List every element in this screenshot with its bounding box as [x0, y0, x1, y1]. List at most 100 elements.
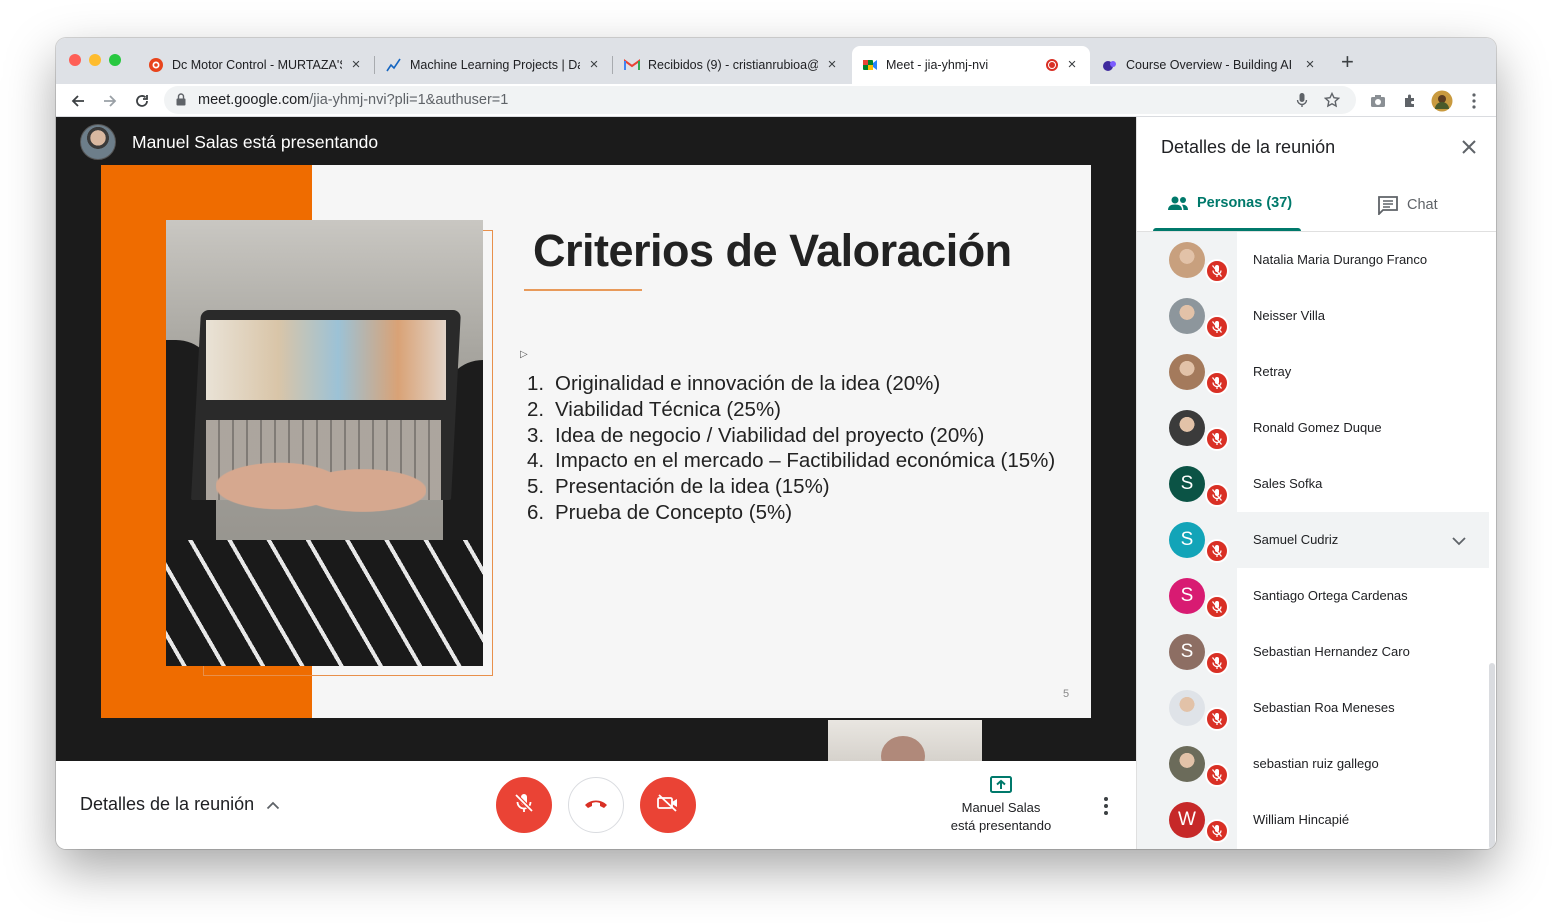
avatar: S — [1169, 466, 1205, 502]
tab-favicon-murtaza-icon — [148, 57, 164, 73]
participant-row[interactable]: S Santiago Ortega Cardenas — [1137, 568, 1489, 624]
close-icon[interactable] — [1457, 137, 1481, 161]
more-options-icon[interactable] — [1096, 794, 1116, 818]
mouse-cursor-icon: ▷ — [520, 349, 528, 360]
new-tab-button[interactable]: + — [1341, 51, 1354, 73]
avatar — [1169, 746, 1205, 782]
presentation-status-button[interactable]: Manuel Salas está presentando — [926, 775, 1076, 835]
meeting-details-panel: Detalles de la reunión Personas (37) Cha… — [1136, 117, 1496, 849]
participant-name: Natalia Maria Durango Franco — [1253, 252, 1428, 267]
profile-avatar[interactable] — [1430, 89, 1454, 113]
gmail-icon — [624, 57, 640, 73]
avatar — [1169, 410, 1205, 446]
participant-name: sebastian ruiz gallego — [1253, 756, 1379, 771]
address-bar[interactable]: meet.google.com/jia-yhmj-nvi?pli=1&authu… — [164, 86, 1356, 114]
tab-close-icon[interactable]: × — [348, 57, 364, 73]
slide-criteria-list: 1. Originalidad e innovación de la idea (… — [527, 371, 1055, 526]
browser-toolbar: meet.google.com/jia-yhmj-nvi?pli=1&authu… — [56, 84, 1496, 117]
tab-close-icon[interactable]: × — [1064, 57, 1080, 73]
participant-name: Sebastian Roa Meneses — [1253, 700, 1395, 715]
browser-tab-2[interactable]: Machine Learning Projects | Da × — [376, 46, 612, 84]
microphone-muted-icon — [1205, 539, 1229, 563]
avatar — [1169, 690, 1205, 726]
participant-name: Sebastian Hernandez Caro — [1253, 644, 1410, 659]
avatar: S — [1169, 634, 1205, 670]
reload-icon[interactable] — [130, 89, 154, 113]
self-view-tile[interactable] — [828, 720, 982, 761]
tab-chat-label: Chat — [1407, 197, 1438, 213]
participant-row[interactable]: sebastian ruiz gallego — [1137, 736, 1489, 792]
camera-off-icon — [656, 793, 680, 818]
participant-row[interactable]: S Sebastian Hernandez Caro — [1137, 624, 1489, 680]
list-item: 2. Viabilidad Técnica (25%) — [527, 397, 782, 421]
microphone-muted-icon — [1205, 595, 1229, 619]
bookmark-star-icon[interactable] — [1324, 86, 1340, 114]
recording-indicator-icon — [1046, 59, 1058, 71]
microphone-off-button[interactable] — [496, 777, 552, 833]
tab-strip: Dc Motor Control - MURTAZA'S × Machine L… — [56, 38, 1496, 84]
tab-close-icon[interactable]: × — [824, 57, 840, 73]
participant-name: Ronald Gomez Duque — [1253, 420, 1382, 435]
tab-title: Machine Learning Projects | Da — [410, 58, 580, 72]
course-icon — [1102, 57, 1118, 73]
camera-off-button[interactable] — [640, 777, 696, 833]
browser-menu-icon[interactable] — [1462, 89, 1486, 113]
panel-scrollbar[interactable] — [1489, 663, 1495, 849]
maximize-window-button[interactable] — [109, 54, 121, 66]
participant-row[interactable]: Ronald Gomez Duque — [1137, 400, 1489, 456]
microphone-muted-icon — [1205, 259, 1229, 283]
microphone-muted-icon — [1205, 371, 1229, 395]
participant-row[interactable]: Natalia Maria Durango Franco — [1137, 232, 1489, 288]
participant-name: Samuel Cudriz — [1253, 532, 1339, 547]
browser-tab-5[interactable]: Course Overview - Building AI × — [1092, 46, 1328, 84]
participant-row[interactable]: Sebastian Roa Meneses — [1137, 680, 1489, 736]
presenter-bar: Manuel Salas está presentando — [56, 117, 1136, 165]
leave-call-button[interactable] — [568, 777, 624, 833]
participant-row[interactable]: Neisser Villa — [1137, 288, 1489, 344]
close-window-button[interactable] — [69, 54, 81, 66]
microphone-icon[interactable] — [1296, 86, 1308, 114]
tab-people[interactable]: Personas (37) — [1167, 195, 1292, 211]
tab-title: Recibidos (9) - cristianrubioa@ — [648, 58, 818, 72]
lock-icon — [176, 93, 188, 107]
participant-row[interactable]: S Samuel Cudriz — [1137, 512, 1489, 568]
participant-row[interactable]: Retray — [1137, 344, 1489, 400]
slide-page-number: 5 — [1063, 688, 1070, 700]
list-item: 1. Originalidad e innovación de la idea (… — [527, 372, 941, 395]
extensions-puzzle-icon[interactable] — [1398, 89, 1422, 113]
meeting-details-button[interactable]: Detalles de la reunión — [80, 794, 280, 815]
participant-row[interactable]: W William Hincapié — [1137, 792, 1489, 848]
microphone-muted-icon — [1205, 819, 1229, 843]
forward-arrow-icon[interactable] — [98, 89, 122, 113]
people-icon — [1168, 196, 1188, 210]
slide-laptop-photo — [166, 220, 483, 666]
microphone-muted-icon — [1205, 483, 1229, 507]
url-host: meet.google.com — [198, 92, 310, 108]
tab-close-icon[interactable]: × — [1302, 57, 1318, 73]
meet-stage: Manuel Salas está presentando Criterios … — [56, 117, 1136, 761]
camera-icon[interactable] — [1366, 89, 1390, 113]
tab-title: Meet - jia-yhmj-nvi — [886, 58, 989, 72]
trend-chart-icon — [386, 57, 402, 73]
microphone-muted-icon — [1205, 427, 1229, 451]
participant-name: William Hincapié — [1253, 812, 1350, 827]
meet-bottom-bar: Detalles de la reunión Manuel Salas está… — [56, 761, 1136, 849]
tab-close-icon[interactable]: × — [586, 57, 602, 73]
participant-name: Santiago Ortega Cardenas — [1253, 588, 1408, 603]
presentation-slide: Criterios de Valoración ▷ 1. Originalidad… — [101, 165, 1091, 718]
browser-tab-meet-active[interactable]: Meet - jia-yhmj-nvi × — [852, 46, 1090, 84]
chevron-down-icon[interactable] — [1451, 533, 1471, 553]
tab-separator — [612, 56, 613, 74]
tab-chat[interactable]: Chat — [1377, 195, 1438, 215]
url-path: /jia-yhmj-nvi?pli=1&authuser=1 — [309, 92, 509, 108]
browser-tab-3[interactable]: Recibidos (9) - cristianrubioa@ × — [614, 46, 850, 84]
minimize-window-button[interactable] — [89, 54, 101, 66]
microphone-muted-icon — [1205, 651, 1229, 675]
back-arrow-icon[interactable] — [66, 89, 90, 113]
list-item: 4. Impacto en el mercado – Factibilidad e… — [527, 449, 1056, 473]
microphone-muted-icon — [1205, 707, 1229, 731]
microphone-muted-icon — [1205, 763, 1229, 787]
tab-people-label: Personas (37) — [1197, 195, 1293, 211]
browser-tab-1[interactable]: Dc Motor Control - MURTAZA'S × — [138, 46, 374, 84]
participant-row[interactable]: S Sales Sofka — [1137, 456, 1489, 512]
